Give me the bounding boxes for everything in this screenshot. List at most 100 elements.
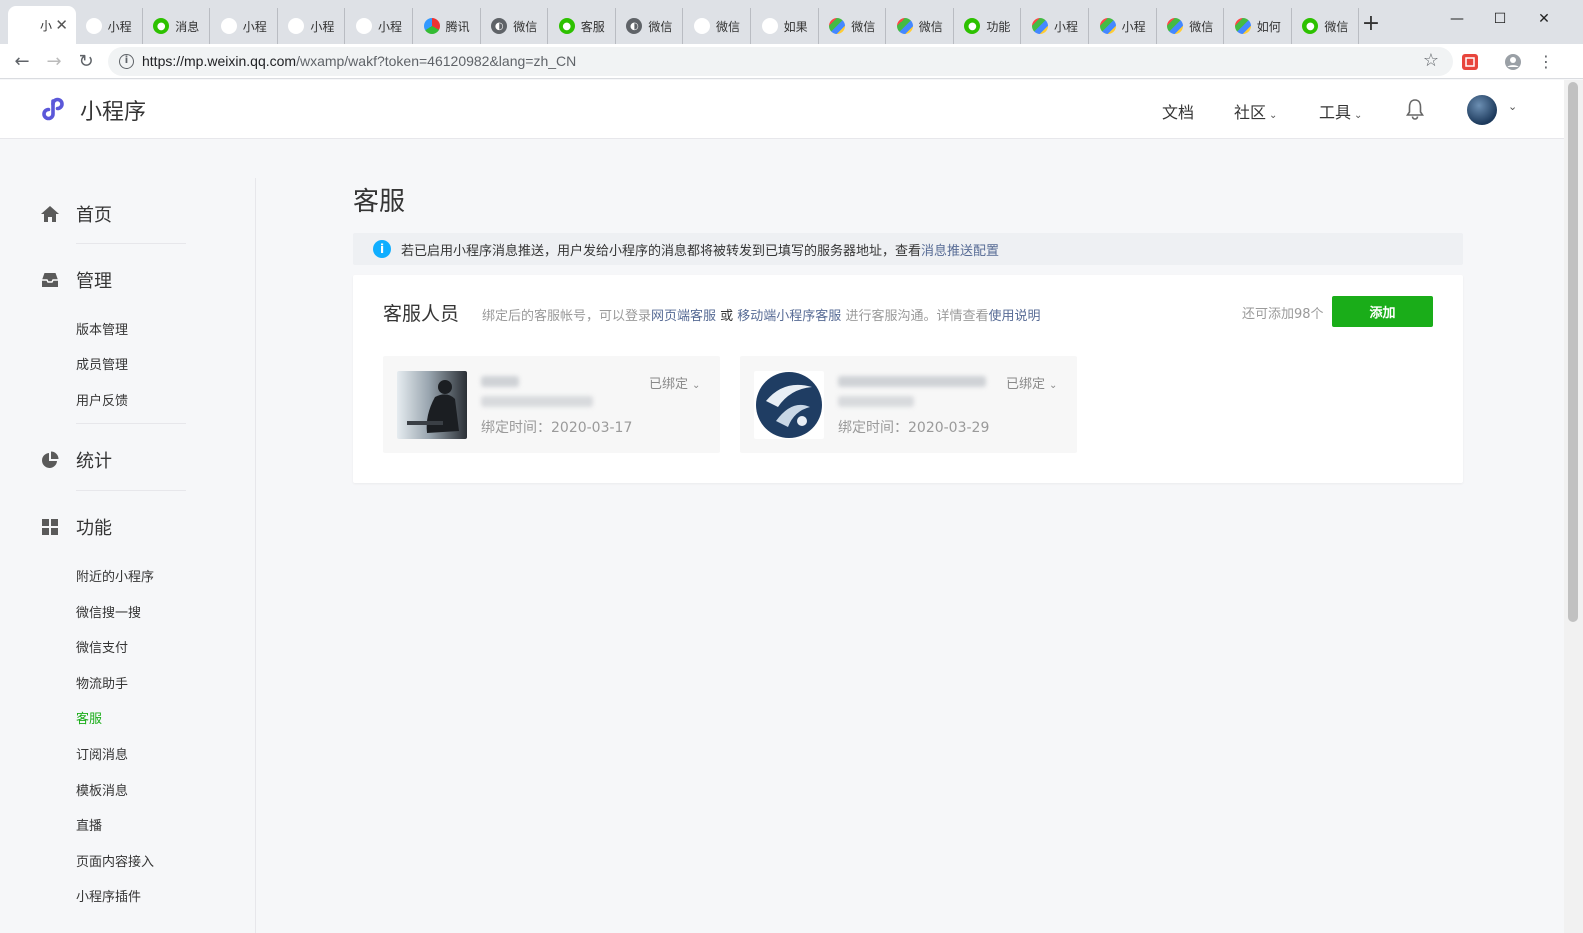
sidebar-item[interactable]: 微信支付 — [76, 637, 128, 656]
browser-tab[interactable]: ◐ 微信 — [481, 8, 549, 44]
scrollbar-thumb[interactable] — [1568, 82, 1578, 622]
back-icon[interactable]: ← — [8, 48, 36, 76]
agent-id-redacted — [838, 396, 914, 407]
browser-tab[interactable]: ℓ 小程 — [346, 8, 413, 44]
new-tab-button[interactable]: + — [1358, 12, 1384, 38]
help-link[interactable]: 使用说明 — [988, 309, 1040, 324]
sidebar-item-version[interactable]: 版本管理 — [76, 319, 128, 338]
sidebar-separator — [76, 423, 186, 424]
brand-title[interactable]: 小程序 — [80, 94, 146, 126]
agent-bind-time: 绑定时间：2020-03-17 — [481, 420, 633, 436]
chevron-down-icon: ⌄ — [692, 380, 701, 391]
notification-bell-icon[interactable] — [1405, 98, 1425, 120]
sidebar-item[interactable]: 页面内容接入 — [76, 851, 154, 870]
wechat-icon: ● — [964, 18, 981, 34]
extension-icon[interactable] — [1461, 53, 1479, 71]
sidebar-group-stats[interactable]: 统计 — [40, 447, 112, 473]
profile-icon[interactable] — [1504, 53, 1522, 71]
browser-tab-label: 微信 — [851, 19, 876, 34]
close-window-icon[interactable]: ✕ — [1521, 4, 1567, 34]
sidebar-item-members[interactable]: 成员管理 — [76, 354, 128, 373]
miniprogram-icon: ℓ — [220, 18, 237, 34]
browser-tab[interactable]: 小程 — [1022, 8, 1089, 44]
nav-tools[interactable]: 工具 ⌄ — [1319, 99, 1362, 123]
browser-tab-label: 腾讯 — [445, 19, 470, 34]
browser-tab[interactable]: ● 微信 — [1292, 8, 1360, 44]
nav-docs[interactable]: 文档 — [1162, 99, 1194, 123]
add-agent-button[interactable]: 添加 — [1332, 296, 1433, 327]
message-push-config-link[interactable]: 消息推送配置 — [921, 240, 999, 259]
browser-tab-label: 功能 — [986, 19, 1011, 34]
browser-tab[interactable]: ℓ 小程 — [76, 8, 143, 44]
sidebar-item[interactable]: 附近的小程序 — [76, 566, 154, 585]
web-service-link[interactable]: 网页端客服 — [651, 309, 716, 324]
agent-card: 绑定时间：2020-03-17 已绑定 ⌄ — [383, 356, 720, 453]
browser-tab[interactable]: 腾讯 — [414, 8, 481, 44]
pie-chart-icon — [42, 451, 59, 468]
agent-name-redacted — [481, 376, 519, 387]
chevron-down-icon[interactable]: ⌄ — [1508, 100, 1517, 113]
browser-tab[interactable]: 微信 — [887, 8, 954, 44]
sidebar-item-feedback[interactable]: 用户反馈 — [76, 390, 128, 409]
minimize-icon[interactable]: — — [1434, 4, 1480, 34]
bookmark-star-icon[interactable]: ☆ — [1423, 50, 1439, 71]
sidebar-group-features[interactable]: 功能 — [40, 514, 112, 540]
reload-icon[interactable]: ↻ — [72, 48, 100, 76]
browser-tab-label: 微信 — [716, 19, 741, 34]
wechat-icon: ● — [1302, 18, 1319, 34]
sidebar-group-home[interactable]: 首页 — [40, 201, 112, 227]
browser-tab[interactable]: ● 客服 — [549, 8, 616, 44]
close-tab-icon[interactable]: ✕ — [55, 16, 68, 34]
miniprogram-logo-icon[interactable] — [40, 93, 72, 125]
inbox-icon — [42, 273, 58, 287]
sidebar-separator — [76, 243, 186, 244]
browser-tab[interactable]: ℓ 小程 — [278, 8, 346, 44]
sidebar: 首页 管理 版本管理 成员管理 用户反馈 统计 功能 附近的小程序 微信搜一搜微信… — [0, 140, 256, 933]
forward-icon[interactable]: → — [40, 48, 68, 76]
agent-avatar[interactable] — [397, 371, 467, 439]
browser-tab[interactable]: 微信 — [1157, 8, 1225, 44]
agent-status-dropdown[interactable]: 已绑定 ⌄ — [649, 373, 700, 392]
browser-tab[interactable]: ◐ 微信 — [616, 8, 684, 44]
browser-tab-label: 微信 — [918, 19, 943, 34]
agent-status-dropdown[interactable]: 已绑定 ⌄ — [1006, 373, 1057, 392]
card-title: 客服人员 — [383, 303, 460, 325]
browser-tab-label: 小程 — [242, 19, 267, 34]
browser-tab[interactable]: 微信 — [819, 8, 887, 44]
sidebar-separator — [76, 490, 186, 491]
sidebar-group-manage[interactable]: 管理 — [40, 267, 112, 293]
sidebar-item[interactable]: 客服 — [76, 708, 102, 727]
browser-tab[interactable]: ✾ 微信 — [684, 8, 751, 44]
grid-icon — [1099, 18, 1116, 34]
url-text[interactable]: https://mp.weixin.qq.com/wxamp/wakf?toke… — [142, 53, 576, 69]
globe-icon: ◐ — [626, 18, 643, 34]
browser-tab[interactable]: 如何 — [1225, 8, 1292, 44]
sidebar-item[interactable]: 物流助手 — [76, 673, 128, 692]
browser-tab[interactable]: ℓ 小程 — [211, 8, 278, 44]
browser-tab[interactable]: ✾ 如果 — [752, 8, 819, 44]
browser-tab-label: 客服 — [580, 19, 605, 34]
address-bar[interactable]: i https://mp.weixin.qq.com/wxamp/wakf?to… — [108, 47, 1453, 76]
site-info-icon[interactable]: i — [119, 54, 134, 69]
agent-avatar[interactable] — [754, 371, 824, 439]
sidebar-item[interactable]: 直播 — [76, 815, 102, 834]
browser-tab[interactable]: 小程 — [1090, 8, 1157, 44]
account-avatar[interactable] — [1467, 95, 1497, 125]
sidebar-item[interactable]: 订阅消息 — [76, 744, 128, 763]
mobile-service-link[interactable]: 移动端小程序客服 — [737, 309, 841, 324]
browser-tab[interactable]: ℓ 小 ✕ — [8, 6, 76, 44]
sidebar-item[interactable]: 模板消息 — [76, 780, 128, 799]
agent-name-redacted — [838, 376, 986, 387]
browser-tab-label: 如果 — [783, 19, 808, 34]
browser-menu-icon[interactable]: ⋮ — [1532, 48, 1560, 76]
browser-tab[interactable]: ● 消息 — [143, 8, 211, 44]
browser-tab-label: 如何 — [1256, 19, 1281, 34]
nav-community[interactable]: 社区 ⌄ — [1234, 99, 1277, 123]
sidebar-item[interactable]: 微信搜一搜 — [76, 602, 141, 621]
page-scrollbar[interactable] — [1564, 80, 1583, 933]
page-title: 客服 — [353, 187, 406, 217]
browser-tab-label: 微信 — [648, 19, 673, 34]
sidebar-item[interactable]: 小程序插件 — [76, 886, 141, 905]
browser-tab[interactable]: ● 功能 — [954, 8, 1022, 44]
maximize-icon[interactable]: ☐ — [1477, 4, 1523, 34]
